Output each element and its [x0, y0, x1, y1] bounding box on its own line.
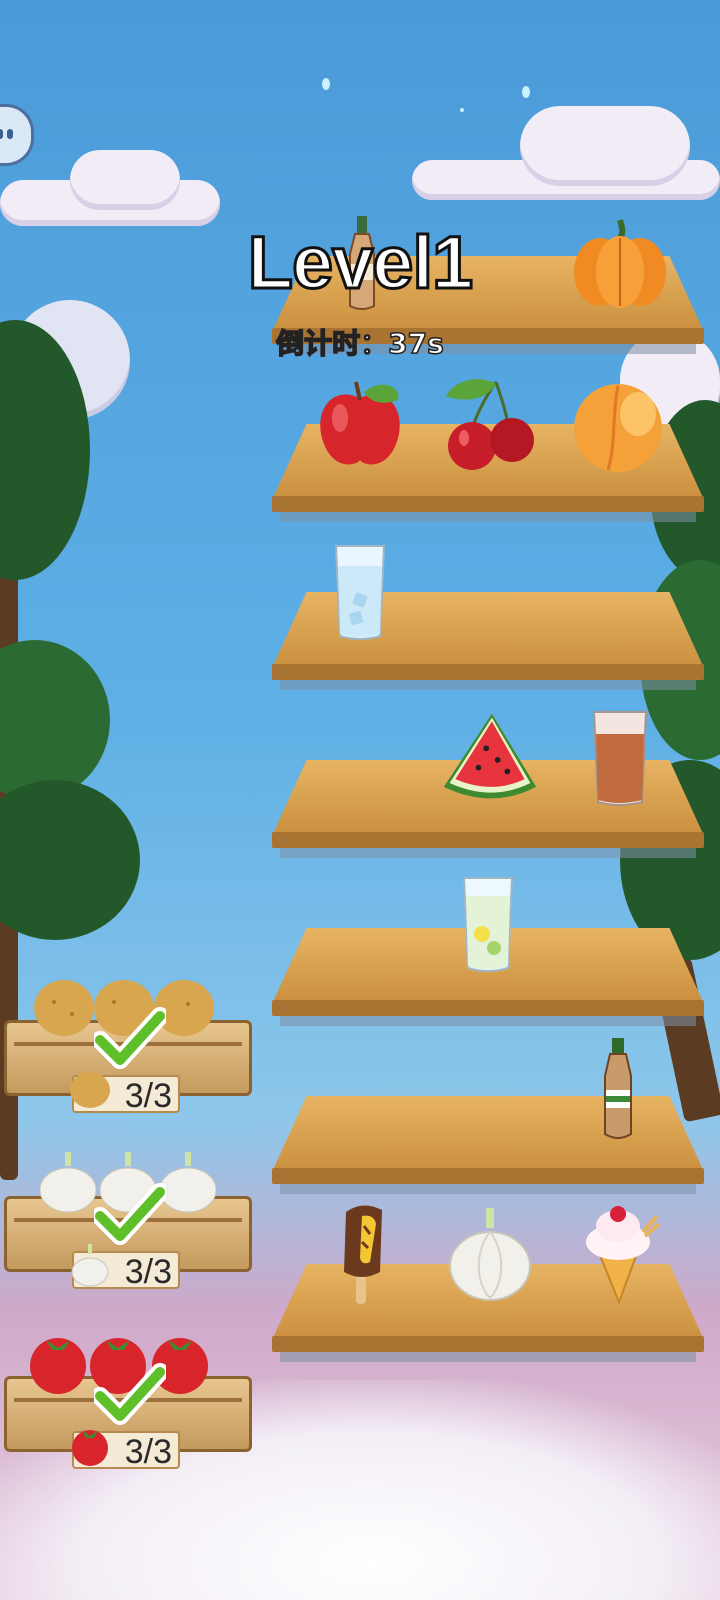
shelf-edge — [280, 512, 696, 522]
shelf-front — [272, 664, 704, 680]
pause-icon — [0, 129, 3, 139]
shelf-edge — [280, 848, 696, 858]
game-scene: Level1 倒计时：37s 3/3 3/3 3/3 — [0, 0, 720, 1600]
iced-tea-item[interactable] — [570, 708, 670, 808]
lemon-water-item[interactable] — [438, 874, 538, 974]
checkmark-icon — [94, 1363, 166, 1425]
shelf-edge — [280, 680, 696, 690]
garlic-crate[interactable]: 3/3 — [4, 1152, 252, 1291]
tree-foliage — [0, 780, 140, 940]
apple-item[interactable] — [310, 374, 410, 474]
ice-cream-cone-item[interactable] — [568, 1204, 668, 1305]
shelf-edge — [280, 1184, 696, 1194]
chocolate-ice-cream-bar-item[interactable] — [312, 1204, 412, 1304]
shelf-edge — [280, 1016, 696, 1026]
shelf-front — [272, 832, 704, 848]
peach-item[interactable] — [568, 374, 668, 474]
garlic-icon — [39, 1152, 97, 1213]
shelf-front — [272, 496, 704, 512]
tomato-crate[interactable]: 3/3 — [4, 1336, 252, 1471]
water-glass-item[interactable] — [310, 542, 410, 642]
countdown-timer: 倒计时：37s — [275, 326, 444, 361]
sparkle — [322, 78, 330, 90]
level-title: Level1 — [246, 220, 474, 306]
potato-icon — [70, 1072, 110, 1108]
potato-crate[interactable]: 3/3 — [4, 980, 252, 1115]
cherries-item[interactable] — [440, 374, 540, 474]
tomato-icon — [72, 1430, 108, 1466]
shelf-edge — [280, 1352, 696, 1362]
soda-bottle-item[interactable] — [568, 1038, 668, 1140]
checkmark-icon — [94, 1007, 166, 1069]
pause-button[interactable] — [0, 104, 34, 166]
shelf-front — [272, 1000, 704, 1016]
shelf-front — [272, 1336, 704, 1352]
pause-icon-bar — [7, 129, 13, 139]
tree-foliage — [0, 640, 110, 800]
cloud — [70, 150, 180, 210]
sparkle — [522, 86, 530, 98]
watermelon-item[interactable] — [440, 708, 540, 808]
garlic-item[interactable] — [440, 1204, 540, 1304]
checkmark-icon — [94, 1183, 166, 1245]
garlic-icon — [71, 1244, 109, 1287]
shelf-front — [272, 1168, 704, 1184]
cloud — [520, 106, 690, 186]
tomato-icon — [30, 1338, 86, 1394]
potato-icon — [34, 980, 94, 1036]
sparkle — [460, 108, 464, 112]
